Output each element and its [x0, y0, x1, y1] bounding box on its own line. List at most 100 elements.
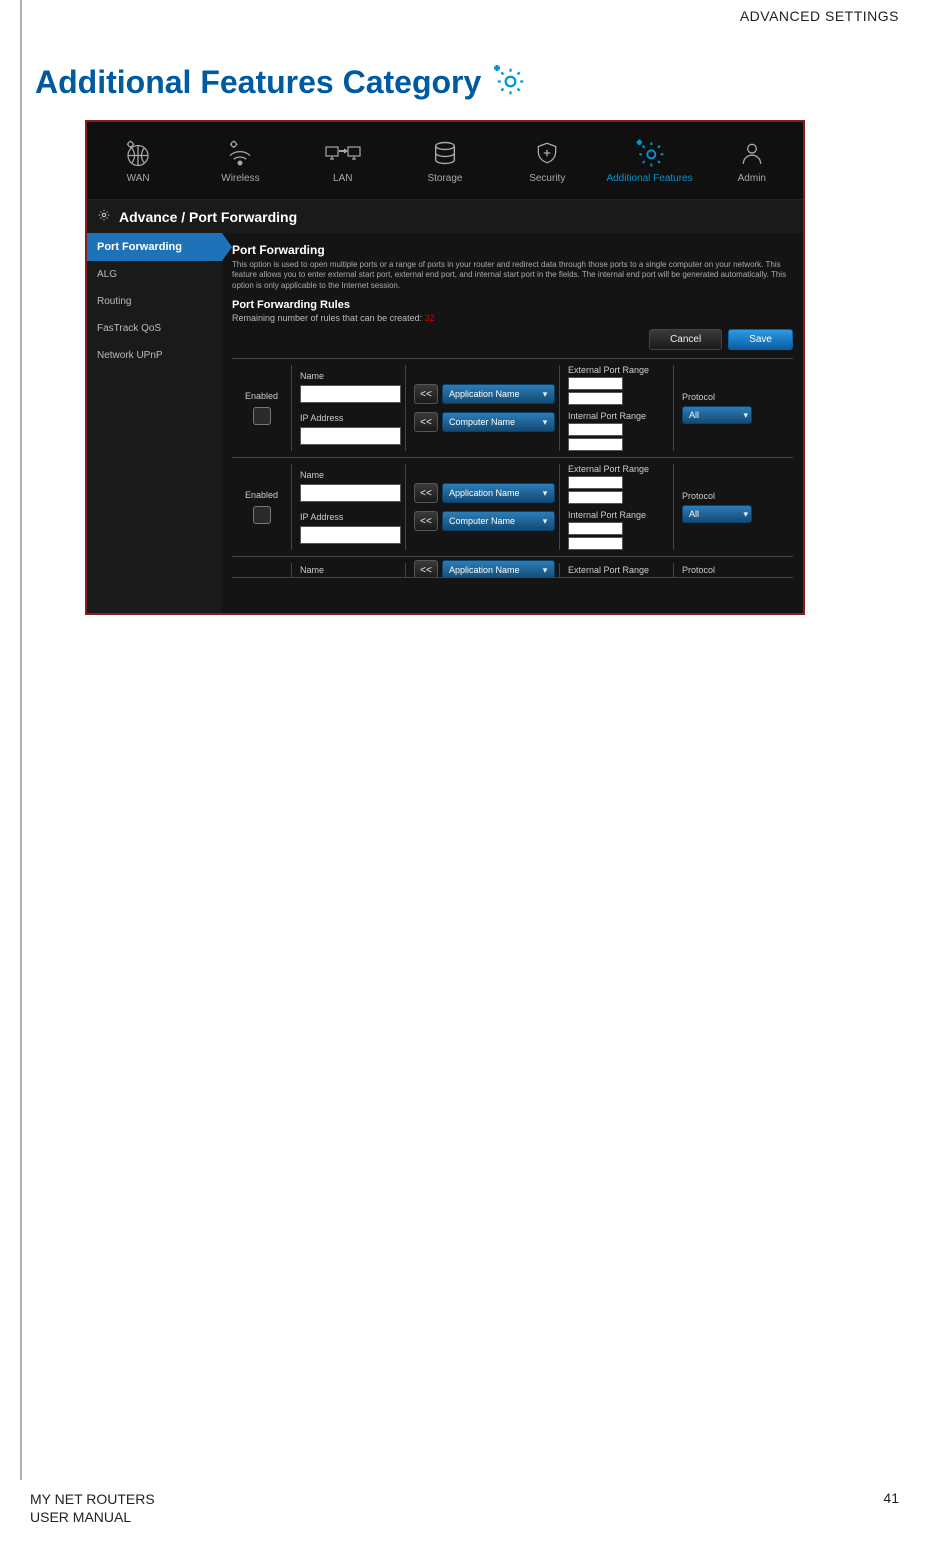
globe-gear-icon [123, 138, 153, 168]
chevron-down-icon: ▾ [540, 516, 550, 526]
enabled-checkbox[interactable] [253, 407, 271, 425]
apply-app-button[interactable]: << [414, 560, 438, 578]
nav-storage[interactable]: Storage [394, 122, 496, 199]
dropdown-label: Application Name [449, 389, 520, 399]
computer-name-select[interactable]: Computer Name ▾ [442, 511, 555, 531]
rule-row: Enabled Name IP Address << Application N… [232, 358, 793, 457]
nav-label: WAN [127, 173, 150, 184]
apply-app-button[interactable]: << [414, 384, 438, 404]
enabled-checkbox[interactable] [253, 506, 271, 524]
page-title: Additional Features Category [35, 64, 481, 101]
person-icon [739, 138, 765, 168]
int-port-label: Internal Port Range [568, 411, 669, 421]
name-label: Name [300, 565, 401, 575]
nav-label: Wireless [221, 173, 259, 184]
ext-port-label: External Port Range [568, 565, 669, 575]
router-ui-screenshot: WAN Wireless LAN [85, 120, 805, 615]
sidebar-item-fastrack-qos[interactable]: FasTrack QoS [87, 315, 222, 342]
section-heading: Port Forwarding [232, 243, 793, 257]
ext-port-label: External Port Range [568, 365, 669, 375]
apply-computer-button[interactable]: << [414, 511, 438, 531]
chevron-down-icon: ▾ [743, 410, 748, 421]
name-input[interactable] [300, 484, 401, 502]
gear-icon [97, 208, 111, 225]
int-port-end-input[interactable] [568, 438, 623, 451]
int-port-start-input[interactable] [568, 522, 623, 535]
page-gutter [20, 0, 22, 1480]
apply-computer-button[interactable]: << [414, 412, 438, 432]
save-button[interactable]: Save [728, 329, 793, 350]
dropdown-label: Computer Name [449, 417, 515, 427]
nav-wireless[interactable]: Wireless [189, 122, 291, 199]
nav-admin[interactable]: Admin [701, 122, 803, 199]
page-footer: MY NET ROUTERS USER MANUAL 41 [30, 1490, 899, 1526]
shield-icon [534, 138, 560, 168]
ext-port-end-input[interactable] [568, 392, 623, 405]
int-port-end-input[interactable] [568, 537, 623, 550]
dropdown-label: Computer Name [449, 516, 515, 526]
ip-label: IP Address [300, 413, 401, 423]
rules-remaining-label: Remaining number of rules that can be cr… [232, 313, 425, 323]
protocol-label: Protocol [682, 491, 789, 501]
dropdown-label: All [689, 509, 699, 519]
nav-label: Storage [427, 173, 462, 184]
rules-remaining: Remaining number of rules that can be cr… [232, 313, 793, 323]
application-name-select[interactable]: Application Name ▾ [442, 384, 555, 404]
rules-remaining-value: 32 [425, 313, 435, 323]
sidebar-item-alg[interactable]: ALG [87, 261, 222, 288]
chevron-down-icon: ▾ [540, 565, 550, 575]
header-section: ADVANCED SETTINGS [740, 8, 899, 24]
chevron-down-icon: ▾ [540, 488, 550, 498]
nav-label: LAN [333, 173, 352, 184]
protocol-label: Protocol [682, 565, 789, 575]
nav-label: Admin [738, 173, 766, 184]
sidebar: Port Forwarding ALG Routing FasTrack QoS… [87, 233, 222, 613]
nav-wan[interactable]: WAN [87, 122, 189, 199]
footer-line2: USER MANUAL [30, 1508, 155, 1526]
application-name-select[interactable]: Application Name ▾ [442, 483, 555, 503]
sidebar-item-network-upnp[interactable]: Network UPnP [87, 342, 222, 369]
lan-icon [324, 138, 362, 168]
ext-port-start-input[interactable] [568, 377, 623, 390]
enabled-label: Enabled [245, 490, 278, 500]
dropdown-label: Application Name [449, 488, 520, 498]
nav-label: Security [529, 173, 565, 184]
sidebar-item-routing[interactable]: Routing [87, 288, 222, 315]
apply-app-button[interactable]: << [414, 483, 438, 503]
nav-label: Additional Features [606, 173, 692, 184]
breadcrumb: Advance / Port Forwarding [87, 200, 803, 233]
name-input[interactable] [300, 385, 401, 403]
nav-lan[interactable]: LAN [292, 122, 394, 199]
section-description: This option is used to open multiple por… [232, 260, 793, 291]
sidebar-item-port-forwarding[interactable]: Port Forwarding [87, 233, 222, 261]
gear-plus-icon [491, 62, 527, 103]
cancel-button[interactable]: Cancel [649, 329, 722, 350]
storage-icon [431, 138, 459, 168]
nav-additional-features[interactable]: Additional Features [598, 122, 700, 199]
ip-input[interactable] [300, 526, 401, 544]
ext-port-start-input[interactable] [568, 476, 623, 489]
protocol-select[interactable]: All ▾ [682, 406, 752, 424]
gear-plus-icon [634, 138, 666, 168]
top-nav: WAN Wireless LAN [87, 122, 803, 200]
ip-input[interactable] [300, 427, 401, 445]
ext-port-label: External Port Range [568, 464, 669, 474]
page-number: 41 [883, 1490, 899, 1526]
int-port-start-input[interactable] [568, 423, 623, 436]
name-label: Name [300, 371, 401, 381]
breadcrumb-text: Advance / Port Forwarding [119, 209, 297, 225]
button-row: Cancel Save [232, 329, 793, 350]
chevron-down-icon: ▾ [540, 417, 550, 427]
rules-heading: Port Forwarding Rules [232, 299, 793, 311]
wifi-gear-icon [225, 138, 255, 168]
ip-label: IP Address [300, 512, 401, 522]
enabled-label: Enabled [245, 391, 278, 401]
protocol-select[interactable]: All ▾ [682, 505, 752, 523]
chevron-down-icon: ▾ [743, 509, 748, 520]
application-name-select[interactable]: Application Name ▾ [442, 560, 555, 578]
computer-name-select[interactable]: Computer Name ▾ [442, 412, 555, 432]
footer-line1: MY NET ROUTERS [30, 1490, 155, 1508]
nav-security[interactable]: Security [496, 122, 598, 199]
ext-port-end-input[interactable] [568, 491, 623, 504]
rule-row: Name << Application Name ▾ External Port… [232, 556, 793, 578]
